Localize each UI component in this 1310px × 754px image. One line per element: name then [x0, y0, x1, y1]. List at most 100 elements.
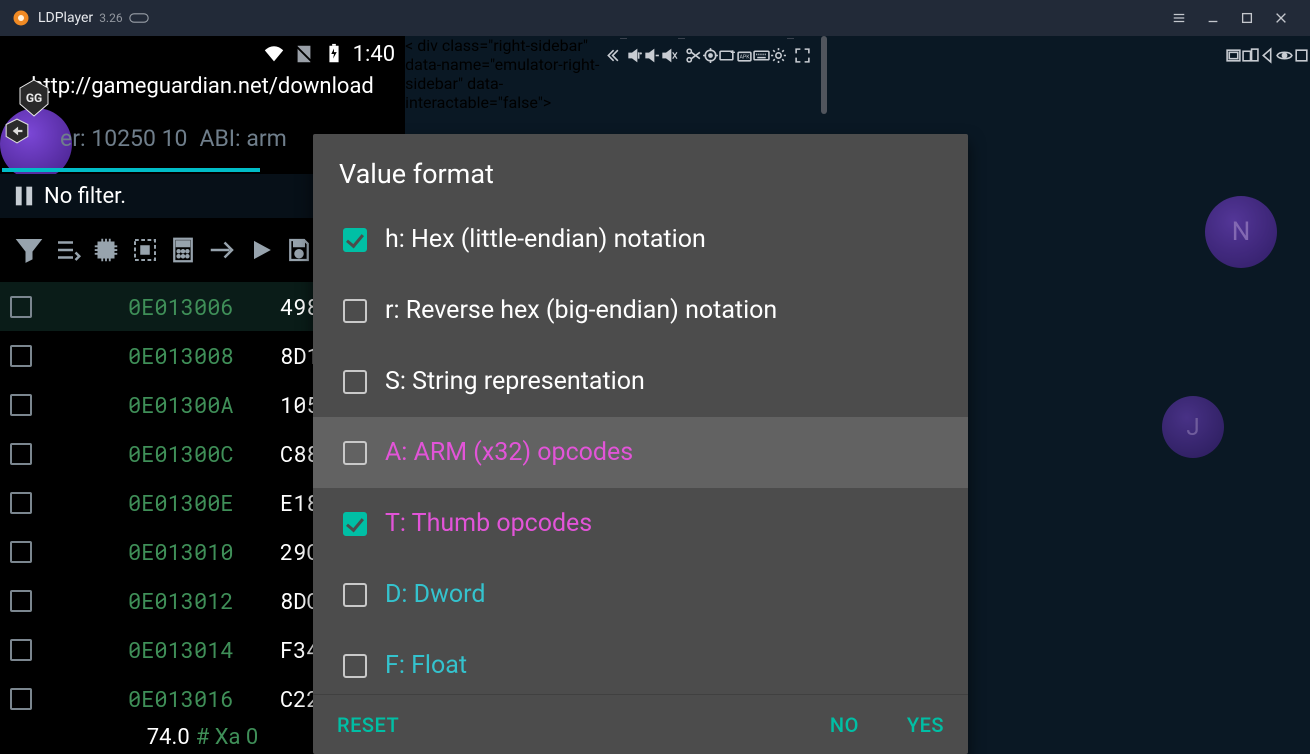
option-checkbox[interactable] [343, 654, 367, 678]
android-clock: 1:40 [353, 42, 395, 67]
dialog-title: Value format [313, 134, 968, 204]
ldplayer-logo-icon [12, 9, 30, 27]
row-checkbox[interactable] [10, 492, 32, 514]
sidebar-fullscreen-button[interactable] [794, 36, 811, 75]
sidebar-android-back-button[interactable] [1259, 36, 1276, 75]
option-label: A: ARM (x32) opcodes [385, 438, 633, 467]
battery-charging-icon [323, 43, 345, 65]
emulator-main-area: 1:40 http://gameguardian.net/download GG… [0, 36, 405, 754]
app-name: LDPlayer [38, 10, 93, 26]
value-format-option-F[interactable]: F: Float [313, 630, 968, 694]
window-close-button[interactable] [1264, 0, 1298, 36]
row-checkbox[interactable] [10, 345, 32, 367]
sidebar-mute-button[interactable] [661, 36, 678, 75]
sim-disabled-icon [293, 43, 315, 65]
memory-address: 0E013014 [128, 635, 258, 664]
option-label: D: Dword [385, 580, 485, 609]
android-statusbar: 1:40 [0, 36, 405, 72]
row-checkbox[interactable] [10, 590, 32, 612]
floating-bubble-j[interactable]: J [1162, 396, 1224, 458]
pause-icon[interactable] [10, 182, 38, 210]
value-format-option-A[interactable]: A: ARM (x32) opcodes [313, 417, 968, 488]
sidebar-multi-window-button[interactable] [1242, 36, 1259, 75]
value-format-option-D[interactable]: D: Dword [313, 559, 968, 630]
window-titlebar: LDPlayer 3.26 [0, 0, 1310, 36]
arrow-right-long-button[interactable] [203, 218, 242, 282]
wifi-icon [263, 43, 285, 65]
app-version: 3.26 [99, 11, 122, 25]
row-checkbox[interactable] [10, 443, 32, 465]
sidebar-settings-button[interactable] [770, 36, 787, 75]
sidebar-android-recent-button[interactable] [1293, 36, 1310, 75]
memory-address: 0E013016 [128, 684, 258, 713]
memory-address: 0E013012 [128, 586, 258, 615]
option-checkbox[interactable] [343, 441, 367, 465]
value-format-option-T[interactable]: T: Thumb opcodes [313, 488, 968, 559]
row-checkbox[interactable] [10, 639, 32, 661]
tab-indicator-row [0, 168, 260, 172]
memory-address: 0E013006 [128, 292, 258, 321]
memory-address: 0E013008 [128, 341, 258, 370]
row-checkbox[interactable] [10, 296, 32, 318]
window-hamburger-button[interactable] [1162, 0, 1196, 36]
sidebar-collapse-button[interactable] [603, 36, 620, 75]
sidebar-keyboard-plus-button[interactable] [719, 36, 736, 75]
row-checkbox[interactable] [10, 394, 32, 416]
memory-address: 0E01300C [128, 439, 258, 468]
svg-text:APK: APK [739, 55, 750, 61]
floating-bubble-j-label: J [1186, 413, 1199, 441]
svg-text:GG: GG [26, 91, 42, 105]
value-format-option-S[interactable]: S: String representation [313, 346, 968, 417]
window-minimize-button[interactable] [1196, 0, 1230, 36]
memory-address: 0E013010 [128, 537, 258, 566]
option-checkbox[interactable] [343, 370, 367, 394]
option-checkbox[interactable] [343, 299, 367, 323]
sidebar-apk-button[interactable]: APK [736, 36, 753, 75]
arrow-forward-button[interactable] [241, 218, 280, 282]
chip-button[interactable] [87, 218, 126, 282]
sidebar-keyboard-button[interactable] [753, 36, 770, 75]
filter-label[interactable]: No filter. [44, 184, 126, 209]
sidebar-eye-button[interactable] [1276, 36, 1293, 75]
memory-address: 0E01300E [128, 488, 258, 517]
select-region-button[interactable] [126, 218, 165, 282]
option-checkbox[interactable] [343, 512, 367, 536]
option-label: r: Reverse hex (big-endian) notation [385, 296, 777, 325]
dialog-yes-button[interactable]: YES [907, 713, 944, 737]
value-format-option-h[interactable]: h: Hex (little-endian) notation [313, 204, 968, 275]
calculator-button[interactable] [164, 218, 203, 282]
option-checkbox[interactable] [343, 228, 367, 252]
dialog-body: h: Hex (little-endian) notation r: Rever… [313, 204, 968, 694]
dialog-footer: RESET NO YES [313, 694, 968, 754]
memory-address: 0E01300A [128, 390, 258, 419]
dialog-reset-button[interactable]: RESET [337, 713, 399, 737]
option-label: h: Hex (little-endian) notation [385, 225, 706, 254]
sidebar-volume-up-button[interactable] [627, 36, 644, 75]
sidebar-screenshot-button[interactable] [1225, 36, 1242, 75]
option-label: S: String representation [385, 367, 645, 396]
gg-xa-text: # Xa 0 [196, 725, 259, 750]
value-format-dialog: Value format h: Hex (little-endian) nota… [313, 134, 968, 754]
sidebar-scissors-button[interactable] [685, 36, 702, 75]
active-tab-indicator [2, 168, 260, 172]
sidebar-scrollbar[interactable] [821, 36, 827, 114]
option-label: F: Float [385, 651, 467, 680]
process-info-text: er: 10250 10 [60, 125, 187, 152]
sidebar-location-button[interactable] [702, 36, 719, 75]
sidebar-volume-down-button[interactable] [644, 36, 661, 75]
gg-version-text: 74.0 [147, 725, 190, 750]
floating-bubble-n-label: N [1232, 217, 1251, 247]
option-label: T: Thumb opcodes [385, 509, 592, 538]
filter-funnel-button[interactable] [10, 218, 49, 282]
window-maximize-button[interactable] [1230, 0, 1264, 36]
option-checkbox[interactable] [343, 583, 367, 607]
floating-bubble-n[interactable]: N [1205, 196, 1277, 268]
value-format-option-r[interactable]: r: Reverse hex (big-endian) notation [313, 275, 968, 346]
gamepad-icon [129, 11, 149, 25]
abi-info-text: ABI: arm [199, 125, 286, 152]
select-all-button[interactable] [49, 218, 88, 282]
dialog-no-button[interactable]: NO [830, 713, 859, 737]
gg-url-banner: http://gameguardian.net/download [31, 74, 374, 99]
row-checkbox[interactable] [10, 688, 32, 710]
row-checkbox[interactable] [10, 541, 32, 563]
